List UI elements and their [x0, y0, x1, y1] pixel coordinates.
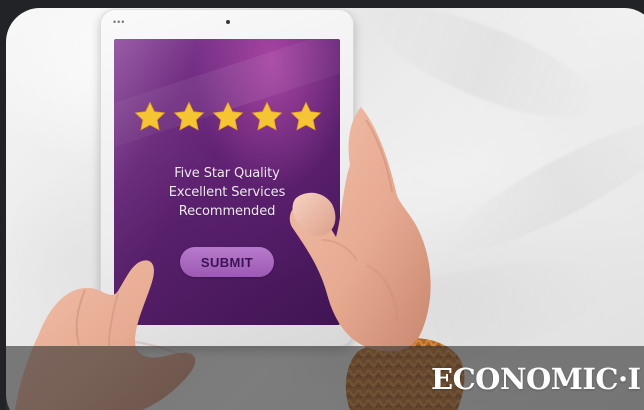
star-icon — [212, 101, 244, 131]
bedsheet-fold — [361, 8, 611, 141]
rating-line-2: Excellent Services — [168, 185, 286, 200]
front-camera-icon — [226, 20, 230, 24]
rating-message: Five Star Quality Excellent Services Rec… — [114, 164, 340, 221]
star-icon — [134, 101, 166, 131]
star-icon — [173, 101, 205, 131]
rating-screen: Five Star Quality Excellent Services Rec… — [114, 39, 340, 325]
star-icon — [290, 101, 322, 131]
brand-logo: ECONOMIC·I — [431, 362, 641, 396]
bedsheet-fold — [438, 100, 644, 271]
five-star-rating — [133, 100, 323, 134]
rating-line-3: Recommended — [178, 204, 276, 219]
screenshot-canvas: ••• Five Star Quality Excellent Services… — [0, 0, 644, 410]
tablet-sensor-dots: ••• — [113, 17, 126, 27]
submit-button[interactable]: SUBMIT — [180, 247, 274, 277]
star-icon — [251, 101, 283, 131]
tablet-device: ••• Five Star Quality Excellent Services… — [100, 9, 354, 347]
rating-line-1: Five Star Quality — [174, 166, 280, 181]
